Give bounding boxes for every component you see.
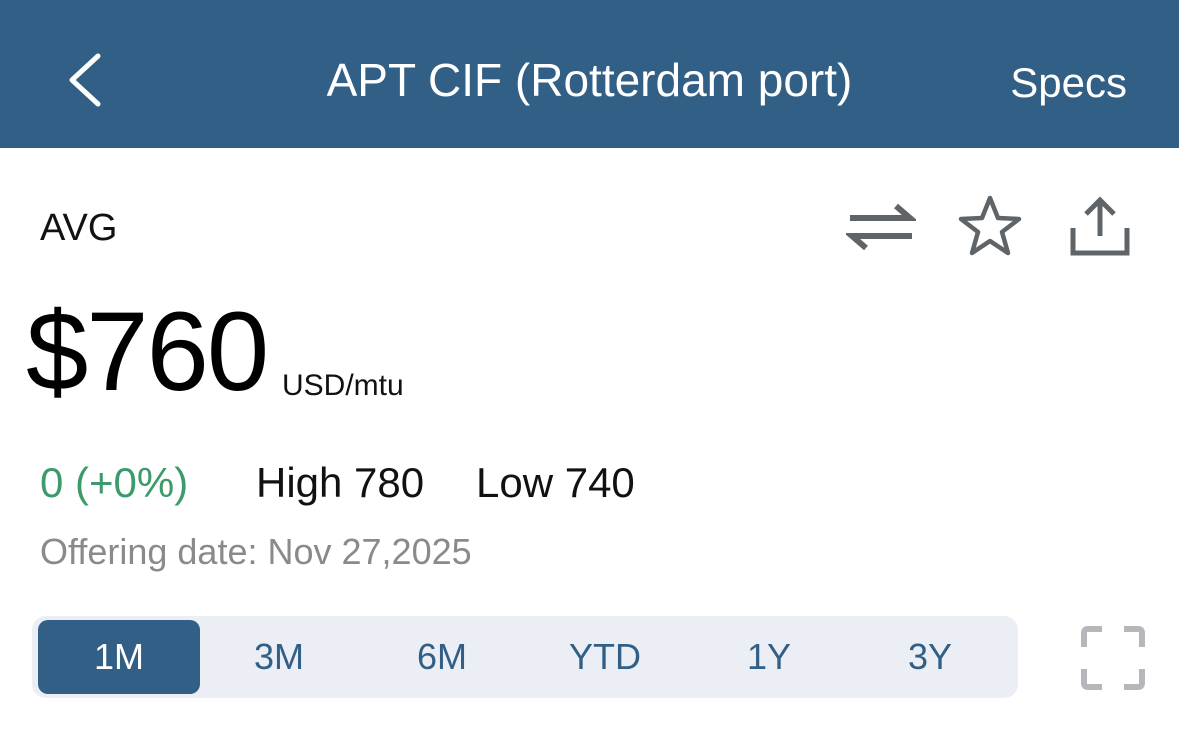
range-tab-1y[interactable]: 1Y <box>688 620 850 694</box>
range-tab-3y[interactable]: 3Y <box>849 620 1011 694</box>
swap-button[interactable] <box>843 202 919 254</box>
price-change: 0 (+0%) <box>40 459 189 506</box>
high-value: High 780 <box>256 459 425 506</box>
swap-icon <box>843 203 919 251</box>
price-value: $760 <box>26 289 269 414</box>
range-tab-1m[interactable]: 1M <box>38 620 200 694</box>
share-button[interactable] <box>1068 196 1132 258</box>
fullscreen-icon <box>1081 626 1145 690</box>
specs-button[interactable]: Specs <box>1010 58 1127 108</box>
range-tab-ytd[interactable]: YTD <box>524 620 686 694</box>
star-icon <box>958 195 1022 256</box>
range-selector: 1M 3M 6M YTD 1Y 3Y <box>32 616 1018 698</box>
offering-date: Offering date: Nov 27,2025 <box>40 531 472 572</box>
fullscreen-button[interactable] <box>1080 625 1146 696</box>
share-icon <box>1070 196 1130 256</box>
page-title: APT CIF (Rotterdam port) <box>326 54 853 106</box>
price-unit: USD/mtu <box>282 369 404 402</box>
low-value: Low 740 <box>476 459 635 506</box>
range-tab-6m[interactable]: 6M <box>361 620 523 694</box>
range-tab-3m[interactable]: 3M <box>198 620 360 694</box>
nav-header: APT CIF (Rotterdam port) Specs <box>0 0 1179 148</box>
price-type-label: AVG <box>40 207 118 249</box>
commodity-detail-screen: APT CIF (Rotterdam port) Specs AVG $760 … <box>0 0 1179 733</box>
favorite-button[interactable] <box>956 194 1024 258</box>
